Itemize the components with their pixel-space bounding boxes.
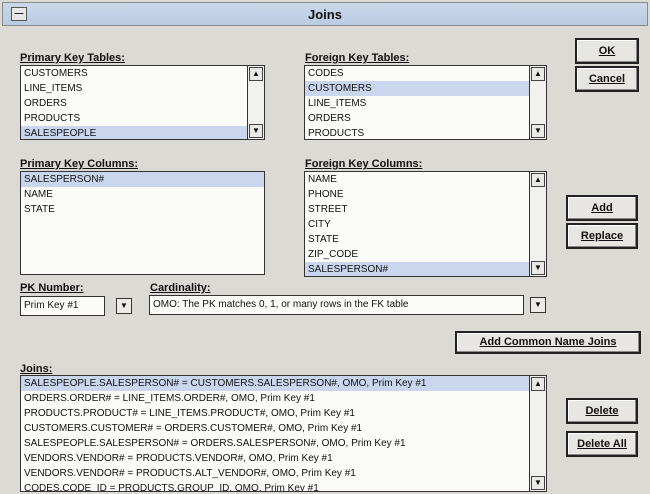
list-item[interactable]: CUSTOMERS: [305, 81, 530, 96]
ok-button[interactable]: OK: [575, 38, 639, 64]
primary-key-columns-items: SALESPERSON# NAME STATE: [21, 172, 264, 274]
list-item[interactable]: VENDORS.VENDOR# = PRODUCTS.VENDOR#, OMO,…: [21, 451, 530, 466]
primary-key-tables-items: CUSTOMERS LINE_ITEMS ORDERS PRODUCTS SALESPE…: [21, 66, 248, 139]
primary-key-columns-label: Primary Key Columns:: [20, 158, 138, 170]
foreign-key-columns-scrollbar[interactable]: ▲ ▼: [529, 172, 546, 276]
list-item[interactable]: ZIP_CODE: [305, 247, 530, 262]
scroll-down-arrow-icon[interactable]: ▼: [531, 476, 545, 490]
list-item[interactable]: STREET: [305, 202, 530, 217]
primary-key-columns-list[interactable]: SALESPERSON# NAME STATE: [20, 171, 265, 275]
primary-key-tables-scrollbar[interactable]: ▲ ▼: [247, 66, 264, 139]
list-item[interactable]: PRODUCTS.PRODUCT# = LINE_ITEMS.PRODUCT#,…: [21, 406, 530, 421]
list-item[interactable]: SALESPEOPLE.SALESPERSON# = CUSTOMERS.SAL…: [21, 376, 530, 391]
pk-number-dropdown-icon[interactable]: ▼: [116, 298, 132, 314]
list-item[interactable]: STATE: [305, 232, 530, 247]
list-item[interactable]: STATE: [21, 202, 264, 217]
list-item[interactable]: SALESPEOPLE.SALESPERSON# = ORDERS.SALESP…: [21, 436, 530, 451]
list-item[interactable]: CUSTOMERS: [21, 66, 248, 81]
pk-number-label: PK Number:: [20, 282, 84, 294]
list-item[interactable]: ORDERS: [21, 96, 248, 111]
foreign-key-columns-items: NAME PHONE STREET CITY STATE ZIP_CODE SALESPER…: [305, 172, 530, 276]
list-item[interactable]: NAME: [305, 172, 530, 187]
foreign-key-columns-label: Foreign Key Columns:: [305, 158, 423, 170]
scroll-down-arrow-icon[interactable]: ▼: [249, 124, 263, 138]
scroll-down-arrow-icon[interactable]: ▼: [531, 261, 545, 275]
list-item[interactable]: SALESPERSON#: [21, 172, 264, 187]
add-common-name-joins-button[interactable]: Add Common Name Joins: [455, 331, 641, 354]
cardinality-label: Cardinality:: [150, 282, 211, 294]
pk-number-field[interactable]: Prim Key #1: [20, 296, 105, 316]
list-item[interactable]: CITY: [305, 217, 530, 232]
foreign-key-tables-list[interactable]: CODES CUSTOMERS LINE_ITEMS ORDERS PRODUCTS ▲…: [304, 65, 547, 140]
cardinality-field[interactable]: OMO: The PK matches 0, 1, or many rows i…: [149, 295, 524, 315]
foreign-key-tables-items: CODES CUSTOMERS LINE_ITEMS ORDERS PRODUCTS: [305, 66, 530, 139]
list-item[interactable]: ORDERS.ORDER# = LINE_ITEMS.ORDER#, OMO, …: [21, 391, 530, 406]
scroll-up-arrow-icon[interactable]: ▲: [531, 173, 545, 187]
joins-dialog: — Joins Primary Key Tables: CUSTOMERS LIN…: [0, 0, 650, 494]
cardinality-dropdown-icon[interactable]: ▼: [530, 297, 546, 313]
replace-button[interactable]: Replace: [566, 223, 638, 249]
joins-list[interactable]: SALESPEOPLE.SALESPERSON# = CUSTOMERS.SAL…: [20, 375, 547, 492]
list-item[interactable]: LINE_ITEMS: [305, 96, 530, 111]
foreign-key-tables-label: Foreign Key Tables:: [305, 52, 410, 64]
scroll-up-arrow-icon[interactable]: ▲: [531, 377, 545, 391]
foreign-key-columns-list[interactable]: NAME PHONE STREET CITY STATE ZIP_CODE SALESPER…: [304, 171, 547, 277]
foreign-key-tables-scrollbar[interactable]: ▲ ▼: [529, 66, 546, 139]
list-item[interactable]: NAME: [21, 187, 264, 202]
primary-key-tables-label: Primary Key Tables:: [20, 52, 125, 64]
delete-all-button[interactable]: Delete All: [566, 431, 638, 457]
scroll-up-arrow-icon[interactable]: ▲: [531, 67, 545, 81]
list-item[interactable]: VENDORS.VENDOR# = PRODUCTS.ALT_VENDOR#, …: [21, 466, 530, 481]
list-item[interactable]: CODES.CODE_ID = PRODUCTS.GROUP_ID, OMO, …: [21, 481, 530, 491]
joins-items: SALESPEOPLE.SALESPERSON# = CUSTOMERS.SAL…: [21, 376, 530, 491]
cancel-button[interactable]: Cancel: [575, 66, 639, 92]
scroll-up-arrow-icon[interactable]: ▲: [249, 67, 263, 81]
add-button[interactable]: Add: [566, 195, 638, 221]
list-item[interactable]: PRODUCTS: [305, 126, 530, 139]
primary-key-tables-list[interactable]: CUSTOMERS LINE_ITEMS ORDERS PRODUCTS SALESPE…: [20, 65, 265, 140]
title-bar: — Joins: [2, 2, 648, 26]
list-item[interactable]: CODES: [305, 66, 530, 81]
list-item[interactable]: LINE_ITEMS: [21, 81, 248, 96]
list-item[interactable]: PHONE: [305, 187, 530, 202]
window-title: Joins: [308, 7, 342, 22]
scroll-down-arrow-icon[interactable]: ▼: [531, 124, 545, 138]
list-item[interactable]: PRODUCTS: [21, 111, 248, 126]
list-item[interactable]: SALESPEOPLE: [21, 126, 248, 139]
list-item[interactable]: ORDERS: [305, 111, 530, 126]
list-item[interactable]: CUSTOMERS.CUSTOMER# = ORDERS.CUSTOMER#, …: [21, 421, 530, 436]
list-item[interactable]: SALESPERSON#: [305, 262, 530, 276]
joins-scrollbar[interactable]: ▲ ▼: [529, 376, 546, 491]
joins-label: Joins:: [20, 363, 53, 375]
delete-button[interactable]: Delete: [566, 398, 638, 424]
